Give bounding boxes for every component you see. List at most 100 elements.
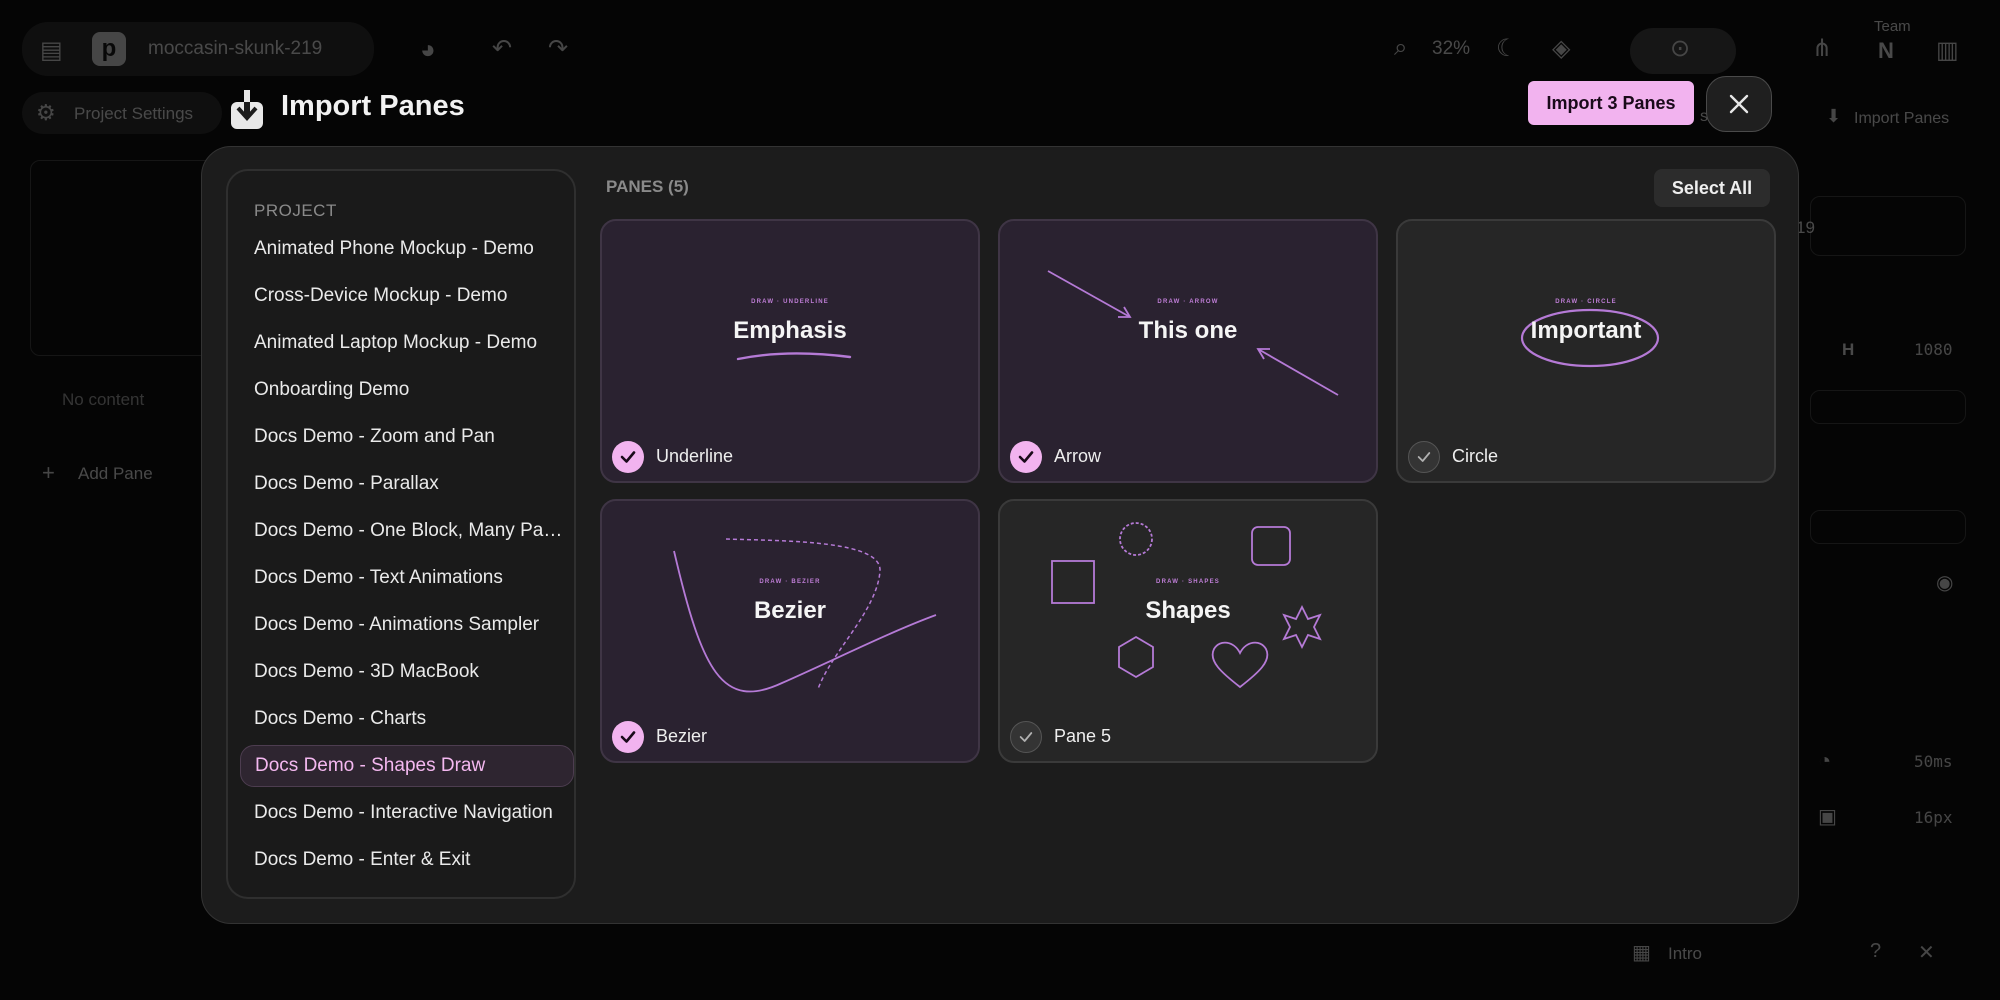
close-button[interactable] xyxy=(1706,76,1772,132)
pane-eyebrow: DRAW · CIRCLE xyxy=(1555,299,1617,305)
timer-icon: ◔ xyxy=(1818,748,1832,773)
project-settings-tab[interactable] xyxy=(22,92,222,134)
bg-close-icon[interactable]: ✕ xyxy=(1918,940,1935,965)
pane-checkbox[interactable] xyxy=(1010,721,1042,753)
project-item[interactable]: Docs Demo - Interactive Navigation xyxy=(240,792,574,834)
pane-name: Pane 5 xyxy=(1054,726,1112,746)
zoom-icon[interactable]: ⌕ xyxy=(1394,34,1407,62)
arrow-drawing xyxy=(1047,270,1339,396)
help-icon[interactable]: ? xyxy=(1870,940,1881,963)
inspector-field[interactable] xyxy=(1810,196,1966,256)
project-item[interactable]: Docs Demo - Shapes Draw xyxy=(240,745,574,787)
project-item-label: Docs Demo - Parallax xyxy=(254,473,439,494)
play-icon[interactable]: ⊙ xyxy=(1670,34,1690,63)
select-all-button[interactable]: Select All xyxy=(1654,169,1770,207)
undo-icon[interactable]: ↶ xyxy=(492,34,512,63)
project-item[interactable]: Docs Demo - Text Animations xyxy=(240,557,574,599)
pane-name: Circle xyxy=(1452,446,1499,466)
inspector-select-1[interactable] xyxy=(1810,390,1966,424)
pane-checkbox[interactable] xyxy=(612,721,644,753)
cursor-icon[interactable]: ◈ xyxy=(1552,34,1570,63)
eye-icon[interactable]: ◉ xyxy=(1936,570,1953,595)
add-pane-label[interactable]: Add Pane xyxy=(78,464,153,484)
play-button[interactable] xyxy=(1630,28,1736,74)
import-icon: ⬇ xyxy=(1826,106,1842,126)
panel-toggle-icon[interactable]: ▥ xyxy=(1936,36,1959,65)
sidebar-toggle-icon[interactable]: ▤ xyxy=(40,36,63,65)
project-item[interactable]: Animated Laptop Mockup - Demo xyxy=(240,322,574,364)
pane-card-underline[interactable]: DRAW · UNDERLINE Emphasis Underline xyxy=(600,219,980,483)
bezier-drawing xyxy=(673,538,937,693)
team-label: Team xyxy=(1874,18,1911,35)
project-item-label: Docs Demo - Zoom and Pan xyxy=(254,426,495,447)
project-item-label: Docs Demo - 3D MacBook xyxy=(254,661,479,682)
pane-heading: Shapes xyxy=(1145,597,1231,624)
zoom-level[interactable]: 32% xyxy=(1432,38,1470,60)
redo-icon[interactable]: ↷ xyxy=(548,34,568,63)
project-item[interactable]: Docs Demo - One Block, Many Panes xyxy=(240,510,574,552)
height-value[interactable]: 1080 xyxy=(1914,340,1953,359)
pane-card-arrow[interactable]: DRAW · ARROW This one Arrow xyxy=(998,219,1378,483)
project-item-label: Cross-Device Mockup - Demo xyxy=(254,285,508,306)
project-item-label: Animated Laptop Mockup - Demo xyxy=(254,332,538,353)
pane-eyebrow: DRAW · BEZIER xyxy=(759,579,821,585)
project-item[interactable]: Cross-Device Mockup - Demo xyxy=(240,275,574,317)
pane-checkbox[interactable] xyxy=(612,441,644,473)
check-icon xyxy=(620,451,636,463)
moon-icon[interactable]: ☾ xyxy=(1496,34,1518,63)
pane-heading: Emphasis xyxy=(733,317,847,344)
project-settings-label[interactable]: Project Settings xyxy=(74,104,193,124)
height-label: H xyxy=(1842,340,1855,359)
project-item[interactable]: Onboarding Demo xyxy=(240,369,574,411)
project-item-label: Docs Demo - Shapes Draw xyxy=(255,755,486,776)
close-icon xyxy=(1729,94,1749,114)
add-icon[interactable]: + xyxy=(42,460,55,486)
pane-checkbox[interactable] xyxy=(1408,441,1440,473)
preview-box xyxy=(30,160,220,356)
project-item-label: Animated Phone Mockup - Demo xyxy=(254,238,534,259)
project-item-label: Docs Demo - Enter & Exit xyxy=(254,849,471,870)
project-item[interactable]: Docs Demo - Zoom and Pan xyxy=(240,416,574,458)
share-icon[interactable]: ⋔ xyxy=(1812,34,1832,63)
pane-eyebrow: DRAW · ARROW xyxy=(1157,299,1219,305)
check-icon xyxy=(620,731,636,743)
project-item-label: Docs Demo - Animations Sampler xyxy=(254,614,540,635)
settings-gear-icon: ⚙ xyxy=(36,100,56,125)
project-section-label: PROJECT xyxy=(254,201,337,220)
logo: p xyxy=(92,32,126,66)
intro-label[interactable]: Intro xyxy=(1668,944,1702,964)
project-item-label: Docs Demo - One Block, Many Panes xyxy=(254,520,568,541)
palette-icon[interactable]: ◕ xyxy=(420,34,436,65)
project-item[interactable]: Docs Demo - Charts xyxy=(240,698,574,740)
pane-name: Arrow xyxy=(1054,446,1102,466)
project-item[interactable]: Docs Demo - Enter & Exit xyxy=(240,839,574,881)
project-item[interactable]: Docs Demo - 3D MacBook xyxy=(240,651,574,693)
film-icon: ▦ xyxy=(1632,942,1651,964)
check-icon xyxy=(1019,732,1033,742)
inspector-select-2[interactable] xyxy=(1810,510,1966,544)
project-item-label: Docs Demo - Charts xyxy=(254,708,427,729)
pane-heading: Bezier xyxy=(753,597,827,624)
pane-card-shapes[interactable]: DRAW · SHAPES Shapes Pane 5 xyxy=(998,499,1378,763)
pane-checkbox[interactable] xyxy=(1010,441,1042,473)
team-avatar[interactable]: N xyxy=(1878,38,1894,64)
project-item[interactable]: Docs Demo - Parallax xyxy=(240,463,574,505)
spacing-value[interactable]: 16px xyxy=(1914,808,1953,827)
import-panes-button[interactable]: Import 3 Panes xyxy=(1528,81,1694,125)
pane-eyebrow: DRAW · SHAPES xyxy=(1156,579,1220,585)
circle-drawing xyxy=(1520,308,1660,368)
import-panes-modal: PROJECT Animated Phone Mockup - Demo Cros… xyxy=(201,146,1799,924)
import-panes-tab[interactable]: Import Panes xyxy=(1854,110,1949,128)
import-icon xyxy=(230,90,264,130)
project-item-label: Docs Demo - Text Animations xyxy=(254,567,503,588)
duration-value[interactable]: 50ms xyxy=(1914,752,1953,771)
project-item[interactable]: Docs Demo - Animations Sampler xyxy=(240,604,574,646)
pane-heading: Important xyxy=(1530,317,1642,344)
project-item-label: Docs Demo - Interactive Navigation xyxy=(254,802,553,823)
check-icon xyxy=(1018,451,1034,463)
pane-card-circle[interactable]: DRAW · CIRCLE Important Circle xyxy=(1396,219,1776,483)
pane-name: Underline xyxy=(656,446,734,466)
pane-card-bezier[interactable]: DRAW · BEZIER Bezier Bezier xyxy=(600,499,980,763)
project-item-label: Onboarding Demo xyxy=(254,379,410,400)
project-item[interactable]: Animated Phone Mockup - Demo xyxy=(240,228,574,270)
